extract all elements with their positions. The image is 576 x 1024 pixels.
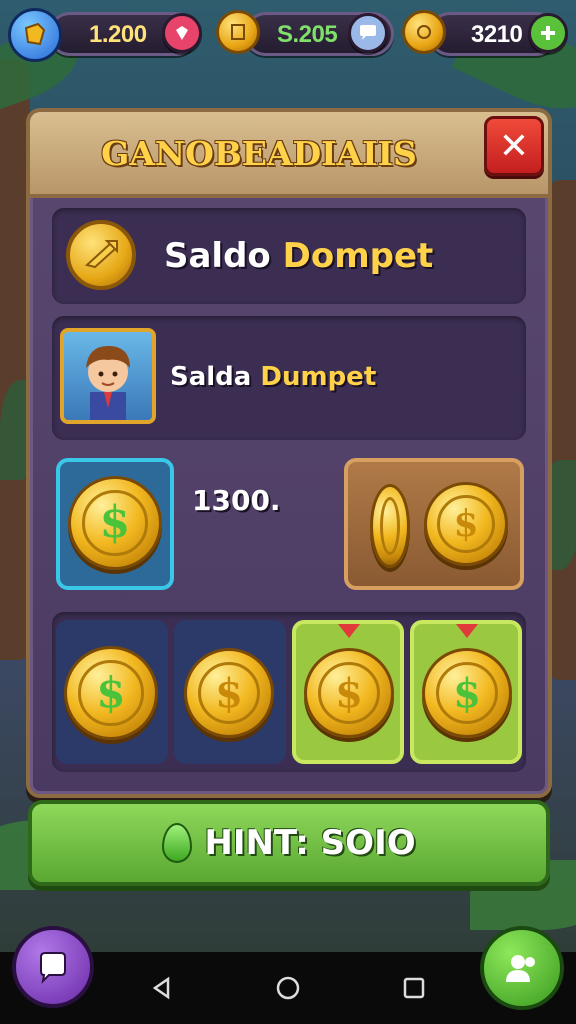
hint-button[interactable]: HINT: SOIO xyxy=(28,800,550,886)
dollar-coin-icon: $ xyxy=(64,646,158,740)
wallet-label-gold: Dompet xyxy=(282,236,434,276)
coin-slot-1[interactable]: $ xyxy=(56,620,168,764)
currency-value-3: 3210 xyxy=(471,21,523,48)
gold-shield-icon xyxy=(402,10,446,54)
wallet-row: Saldo Dompet xyxy=(52,208,526,304)
currency-value-2: S.205 xyxy=(277,21,338,48)
back-button[interactable] xyxy=(146,972,178,1004)
back-icon xyxy=(152,976,170,1000)
coin-grid: $ $ $ $ xyxy=(52,612,526,772)
home-icon xyxy=(276,976,300,1000)
gold-coin-icon xyxy=(216,10,260,54)
friends-icon xyxy=(506,955,535,982)
coin-slot-2[interactable]: $ xyxy=(174,620,286,764)
gem-icon[interactable] xyxy=(162,13,202,53)
speech-bubble-icon xyxy=(40,952,66,984)
panel-title: GANOBEADIAIIS xyxy=(101,134,417,173)
profile-label-gold: Dumpet xyxy=(260,362,377,392)
dollar-coin-icon: $ xyxy=(422,648,512,738)
chat-icon[interactable] xyxy=(348,13,388,53)
friends-fab-button[interactable] xyxy=(480,926,564,1010)
indicator-arrow-icon xyxy=(456,624,478,638)
plus-icon[interactable] xyxy=(528,13,568,53)
dollar-coin-icon: $ xyxy=(184,648,274,738)
chat-fab-button[interactable] xyxy=(12,926,94,1008)
wallet-label: Saldo Dompet xyxy=(164,236,433,276)
profile-row: Salda Dumpet xyxy=(52,316,526,440)
coin-stack-slot[interactable]: $ xyxy=(344,458,524,590)
home-button[interactable] xyxy=(272,972,304,1004)
avatar[interactable] xyxy=(60,328,156,424)
balance-amount: 1300. xyxy=(192,484,281,517)
panel-header: GANOBEADIAIIS ✕ xyxy=(30,112,548,198)
close-button[interactable]: ✕ xyxy=(484,116,544,176)
hint-button-label: HINT: SOIO xyxy=(204,823,416,863)
green-gem-icon xyxy=(162,823,193,863)
recents-icon xyxy=(403,977,425,999)
map-icon[interactable] xyxy=(8,8,62,62)
coin-edge-icon xyxy=(370,484,410,568)
profile-label-white: Salda xyxy=(170,362,261,392)
wallet-panel: GANOBEADIAIIS ✕ Saldo Dompet Salda Dumpe… xyxy=(26,108,552,798)
dollar-coin-icon: $ xyxy=(424,482,508,566)
currency-bar: 1.200 S.205 3210 xyxy=(8,8,568,62)
coin-slot-3[interactable]: $ xyxy=(292,620,404,764)
profile-label: Salda Dumpet xyxy=(170,362,376,392)
currency-value-1: 1.200 xyxy=(89,21,147,48)
close-icon: ✕ xyxy=(498,125,530,167)
indicator-arrow-icon xyxy=(338,624,360,638)
dollar-coin-icon: $ xyxy=(304,648,394,738)
recents-button[interactable] xyxy=(398,972,430,1004)
selected-coin-slot[interactable]: $ xyxy=(56,458,174,590)
wallet-emblem-icon xyxy=(66,220,136,290)
coin-slot-4[interactable]: $ xyxy=(410,620,522,764)
dollar-coin-icon: $ xyxy=(68,476,162,570)
wallet-label-white: Saldo xyxy=(164,236,283,276)
